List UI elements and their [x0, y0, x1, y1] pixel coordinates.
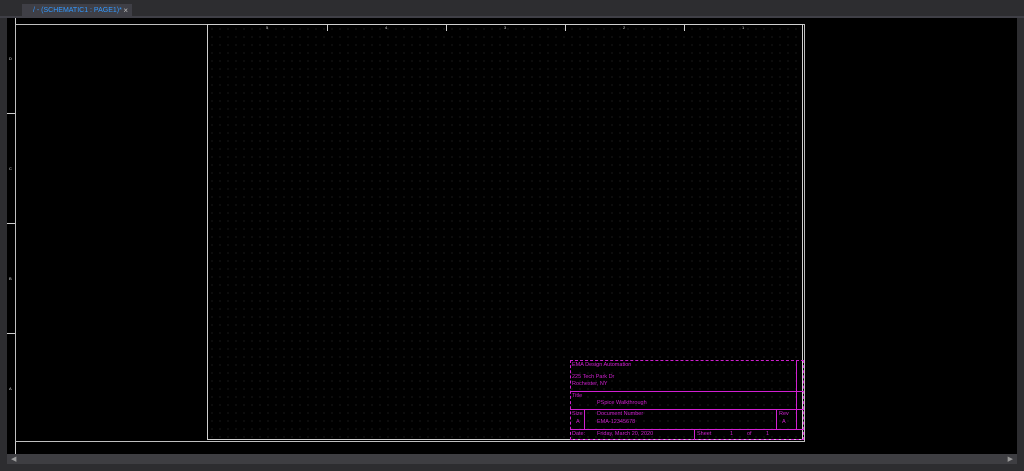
column-divider [684, 25, 685, 31]
size-caption: Size [572, 411, 583, 417]
schematic-canvas[interactable]: D C B A 5 4 3 2 1 EMA Design Automation … [7, 18, 1017, 454]
title-caption: Title [572, 393, 583, 399]
size-value: A [576, 419, 580, 425]
title-block-divider [570, 391, 804, 392]
scroll-left-icon[interactable]: ◀ [11, 455, 16, 463]
row-label-c: C [9, 166, 12, 171]
date-value: Friday, March 20, 2020 [597, 431, 654, 437]
rev-caption: Rev [779, 411, 789, 417]
address-line-1: 225 Tech Park Dr [572, 374, 615, 380]
sheet-number: 1 [730, 431, 734, 437]
title-block-divider [776, 409, 777, 429]
row-label-b: B [9, 276, 12, 281]
title-block-divider [570, 429, 804, 430]
column-label-4: 4 [385, 25, 388, 30]
row-label-d: D [9, 56, 12, 61]
title-block-divider [570, 409, 804, 410]
docnum-caption: Document Number [597, 411, 644, 417]
title-value: PSpice Walkthrough [597, 400, 647, 406]
title-block-divider [796, 360, 797, 429]
title-block[interactable]: EMA Design Automation 225 Tech Park Dr R… [570, 360, 804, 440]
of-caption: of [747, 431, 752, 437]
row-divider [7, 223, 15, 224]
column-divider [446, 25, 447, 31]
column-label-3: 3 [504, 25, 507, 30]
sheet-total: 1 [766, 431, 770, 437]
scroll-right-icon[interactable]: ▶ [1008, 455, 1013, 463]
date-caption: Date: [572, 431, 586, 437]
row-label-a: A [9, 386, 12, 391]
horizontal-scrollbar[interactable]: ◀ ▶ [7, 454, 1017, 464]
title-block-divider [694, 429, 695, 440]
column-label-2: 2 [623, 25, 626, 30]
column-divider [327, 25, 328, 31]
tab-label: / - (SCHEMATIC1 : PAGE1)* [33, 7, 122, 14]
company-name: EMA Design Automation [572, 362, 632, 368]
column-label-1: 1 [742, 25, 745, 30]
column-divider [565, 25, 566, 31]
row-divider [7, 333, 15, 334]
column-label-5: 5 [266, 25, 269, 30]
row-divider [7, 113, 15, 114]
address-line-2: Rochester, NY [572, 381, 608, 387]
docnum-value: EMA-12345678 [597, 419, 636, 425]
title-block-divider [584, 409, 585, 429]
sheet-caption: Sheet [697, 431, 712, 437]
rev-value: A [782, 419, 786, 425]
tab-bar: / - (SCHEMATIC1 : PAGE1)* × [0, 0, 1024, 18]
